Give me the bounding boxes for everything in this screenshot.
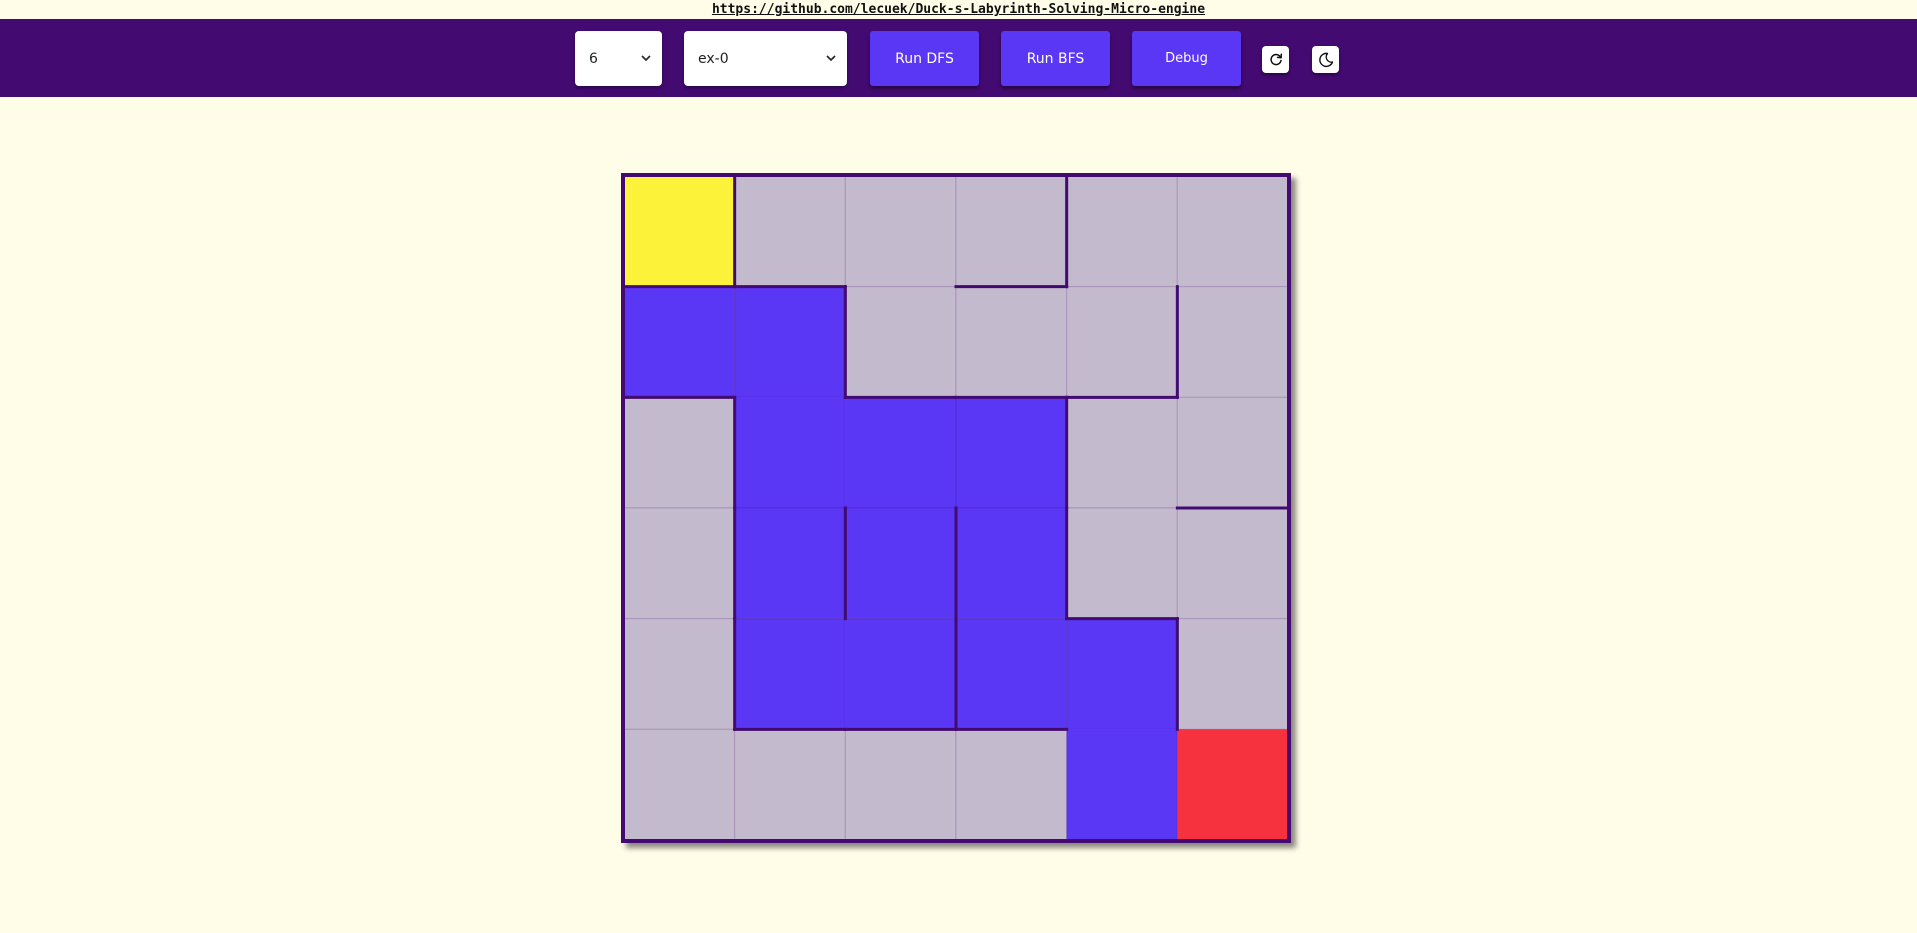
maze-cell-empty[interactable] bbox=[844, 286, 957, 398]
maze-cell-empty[interactable] bbox=[1066, 396, 1178, 509]
maze-cell-empty[interactable] bbox=[955, 728, 1068, 841]
chevron-down-icon bbox=[641, 55, 651, 62]
maze-cell-path[interactable] bbox=[734, 618, 846, 730]
size-select[interactable]: 6 bbox=[575, 31, 662, 86]
maze-board bbox=[621, 173, 1291, 843]
repo-link[interactable]: https://github.com/lecuek/Duck-s-Labyrin… bbox=[712, 2, 1205, 17]
run-bfs-label: Run BFS bbox=[1026, 50, 1085, 67]
maze-cell-empty[interactable] bbox=[844, 175, 957, 288]
maze-cell-path[interactable] bbox=[734, 507, 846, 620]
chevron-down-icon bbox=[826, 55, 836, 62]
debug-button[interactable]: Debug bbox=[1132, 31, 1241, 86]
maze-cell-empty[interactable] bbox=[844, 728, 957, 841]
maze-cell-empty[interactable] bbox=[955, 286, 1068, 398]
maze-cell-end[interactable] bbox=[1176, 728, 1289, 841]
run-bfs-button[interactable]: Run BFS bbox=[1001, 31, 1110, 86]
maze-cell-path[interactable] bbox=[844, 396, 957, 509]
maze-cell-empty[interactable] bbox=[623, 618, 736, 730]
maze-cell-empty[interactable] bbox=[623, 728, 736, 841]
maze-cell-empty[interactable] bbox=[1176, 175, 1289, 288]
run-dfs-label: Run DFS bbox=[895, 50, 954, 67]
moon-icon bbox=[1318, 52, 1333, 67]
maze-cell-path[interactable] bbox=[844, 618, 957, 730]
maze-cell-empty[interactable] bbox=[1066, 175, 1178, 288]
reset-button[interactable] bbox=[1262, 46, 1289, 73]
maze-cell-empty[interactable] bbox=[955, 175, 1068, 288]
maze-cell-path[interactable] bbox=[955, 396, 1068, 509]
example-select-value: ex-0 bbox=[698, 50, 729, 67]
maze-cell-path[interactable] bbox=[734, 396, 846, 509]
size-select-value: 6 bbox=[589, 50, 598, 67]
maze-cell-start[interactable] bbox=[623, 175, 736, 288]
maze-cell-path[interactable] bbox=[955, 618, 1068, 730]
maze-cell-empty[interactable] bbox=[623, 396, 736, 509]
toolbar: 6 ex-0 Run DFS Run BFS Debug bbox=[0, 19, 1917, 97]
debug-label: Debug bbox=[1165, 51, 1208, 66]
maze-cell-empty[interactable] bbox=[1176, 618, 1289, 730]
maze-cell-empty[interactable] bbox=[734, 175, 846, 288]
maze-cell-empty[interactable] bbox=[734, 728, 846, 841]
maze-cell-empty[interactable] bbox=[1066, 507, 1178, 620]
maze-grid bbox=[621, 173, 1291, 843]
repo-link-bar: https://github.com/lecuek/Duck-s-Labyrin… bbox=[0, 0, 1917, 19]
maze-cell-path[interactable] bbox=[734, 286, 846, 398]
maze-cell-empty[interactable] bbox=[1176, 507, 1289, 620]
maze-cell-empty[interactable] bbox=[623, 507, 736, 620]
refresh-icon bbox=[1269, 52, 1282, 65]
maze-cell-path[interactable] bbox=[955, 507, 1068, 620]
run-dfs-button[interactable]: Run DFS bbox=[870, 31, 979, 86]
maze-cell-path[interactable] bbox=[1066, 728, 1178, 841]
maze-cell-path[interactable] bbox=[1066, 618, 1178, 730]
theme-toggle-button[interactable] bbox=[1312, 46, 1339, 73]
example-select[interactable]: ex-0 bbox=[684, 31, 847, 86]
maze-cell-empty[interactable] bbox=[1066, 286, 1178, 398]
maze-cell-path[interactable] bbox=[623, 286, 736, 398]
maze-cell-empty[interactable] bbox=[1176, 396, 1289, 509]
maze-cell-path[interactable] bbox=[844, 507, 957, 620]
maze-cell-empty[interactable] bbox=[1176, 286, 1289, 398]
